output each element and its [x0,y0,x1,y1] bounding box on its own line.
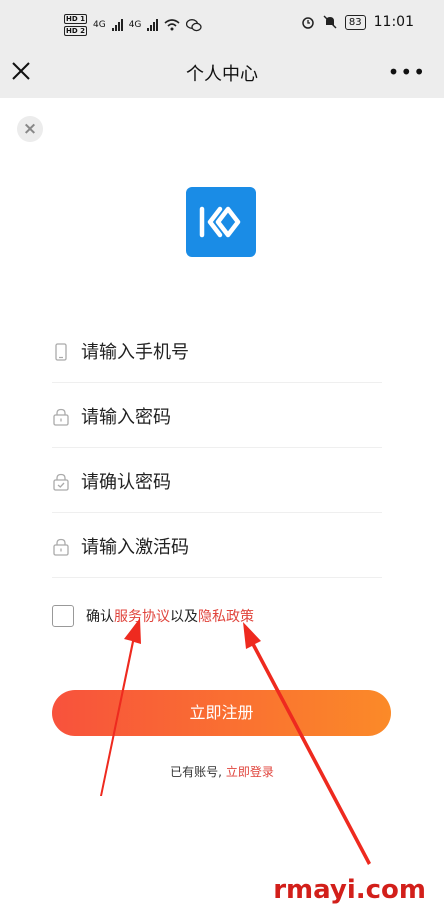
arrow-to-service-link [100,618,141,796]
annotation-arrows [100,618,371,865]
arrow-to-privacy-link [243,622,371,865]
watermark: rmayi.com [273,875,426,905]
